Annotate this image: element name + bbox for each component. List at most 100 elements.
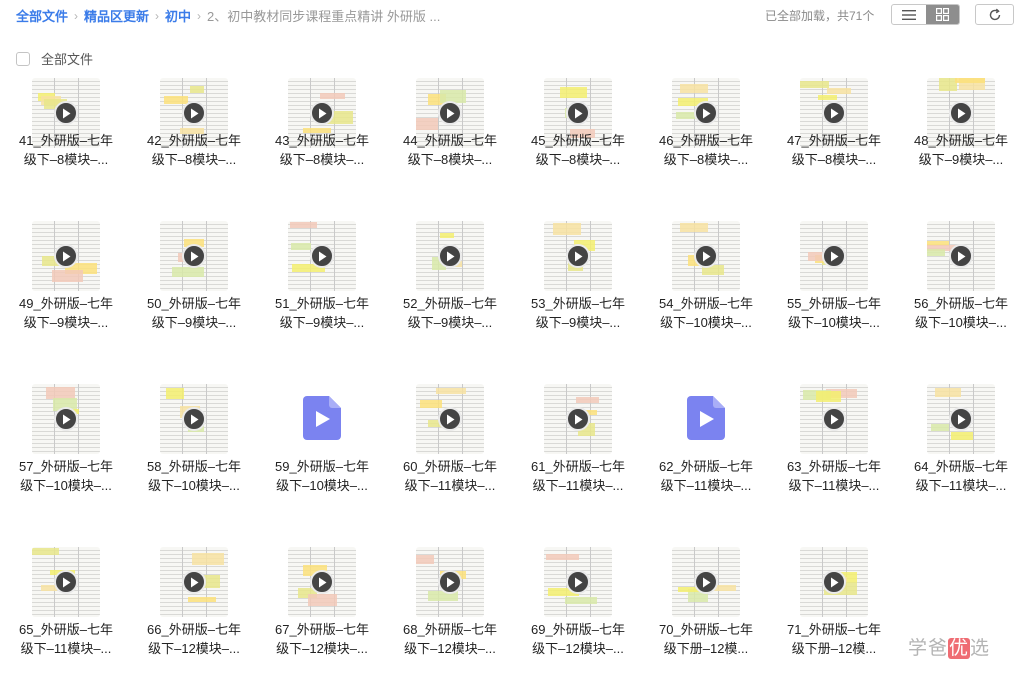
- file-name-line1: 57_外研版–七年: [19, 459, 113, 474]
- play-icon: [438, 407, 462, 431]
- file-name-line2: 级下–10模块–...: [148, 478, 240, 493]
- file-item[interactable]: 65_外研版–七年 级下–11模块–...: [4, 547, 128, 678]
- file-item[interactable]: 58_外研版–七年 级下–10模块–...: [132, 384, 256, 524]
- file-item[interactable]: 48_外研版–七年 级下–9模块–...: [899, 78, 1023, 220]
- play-icon: [54, 407, 78, 431]
- file-name-line1: 63_外研版–七年: [787, 459, 881, 474]
- play-icon: [949, 407, 973, 431]
- video-thumbnail: [800, 221, 868, 291]
- file-name-line1: 60_外研版–七年: [403, 459, 497, 474]
- file-name-line2: 级下–11模块–...: [660, 478, 752, 493]
- file-name-line2: 级下–8模块–...: [535, 152, 621, 167]
- file-name-line1: 41_外研版–七年: [19, 133, 113, 148]
- file-item[interactable]: 69_外研版–七年 级下–12模块–...: [516, 547, 640, 678]
- play-icon: [438, 101, 462, 125]
- video-thumbnail: [160, 547, 228, 617]
- file-name-line1: 59_外研版–七年: [275, 459, 369, 474]
- video-thumbnail: [160, 221, 228, 291]
- file-item[interactable]: 64_外研版–七年 级下–11模块–...: [899, 384, 1023, 524]
- play-icon: [694, 570, 718, 594]
- file-name-line2: 级下–12模块–...: [276, 641, 368, 656]
- video-thumbnail: [288, 547, 356, 617]
- file-name-line2: 级下–9模块–...: [918, 152, 1004, 167]
- video-thumbnail: [416, 547, 484, 617]
- file-item[interactable]: 67_外研版–七年 级下–12模块–...: [260, 547, 384, 678]
- file-name-line1: 50_外研版–七年: [147, 296, 241, 311]
- file-item[interactable]: 52_外研版–七年 级下–9模块–...: [388, 221, 512, 361]
- file-name-line2: 级下–10模块–...: [788, 315, 880, 330]
- file-item[interactable]: 44_外研版–七年 级下–8模块–...: [388, 78, 512, 220]
- file-name-line2: 级下–11模块–...: [20, 641, 112, 656]
- play-icon: [54, 101, 78, 125]
- file-item[interactable]: 49_外研版–七年 级下–9模块–...: [4, 221, 128, 361]
- file-item[interactable]: 63_外研版–七年 级下–11模块–...: [772, 384, 896, 524]
- file-name-line1: 54_外研版–七年: [659, 296, 753, 311]
- file-item[interactable]: 55_外研版–七年 级下–10模块–...: [772, 221, 896, 361]
- file-item[interactable]: 66_外研版–七年 级下–12模块–...: [132, 547, 256, 678]
- file-name-line1: 44_外研版–七年: [403, 133, 497, 148]
- file-name-line1: 66_外研版–七年: [147, 622, 241, 637]
- play-icon: [438, 570, 462, 594]
- file-name-line2: 级下–8模块–...: [791, 152, 877, 167]
- file-name-line2: 级下–8模块–...: [151, 152, 237, 167]
- video-thumbnail: [927, 221, 995, 291]
- play-icon: [566, 244, 590, 268]
- file-name-line2: 级下–12模块–...: [148, 641, 240, 656]
- file-name-line2: 级下–10模块–...: [20, 478, 112, 493]
- file-item[interactable]: 51_外研版–七年 级下–9模块–...: [260, 221, 384, 361]
- video-thumbnail: [800, 384, 868, 454]
- file-item[interactable]: 56_外研版–七年 级下–10模块–...: [899, 221, 1023, 361]
- play-icon: [949, 101, 973, 125]
- video-thumbnail: [288, 221, 356, 291]
- file-name-line2: 级下–11模块–...: [915, 478, 1007, 493]
- video-thumbnail: [800, 547, 868, 617]
- file-item[interactable]: 68_外研版–七年 级下–12模块–...: [388, 547, 512, 678]
- file-item[interactable]: 43_外研版–七年 级下–8模块–...: [260, 78, 384, 220]
- file-item[interactable]: 42_外研版–七年 级下–8模块–...: [132, 78, 256, 220]
- file-item[interactable]: 47_外研版–七年 级下–8模块–...: [772, 78, 896, 220]
- play-icon: [310, 570, 334, 594]
- file-item[interactable]: 50_外研版–七年 级下–9模块–...: [132, 221, 256, 361]
- video-thumbnail: [32, 221, 100, 291]
- file-item[interactable]: 41_外研版–七年 级下–8模块–...: [4, 78, 128, 220]
- file-name-line1: 56_外研版–七年: [914, 296, 1008, 311]
- file-grid: 41_外研版–七年 级下–8模块–... 42_外研版–七年 级下–8模块–... 43…: [0, 0, 1024, 678]
- file-item[interactable]: 45_外研版–七年 级下–8模块–...: [516, 78, 640, 220]
- watermark-text: 学爸: [908, 638, 949, 659]
- play-icon: [822, 101, 846, 125]
- file-name-line1: 52_外研版–七年: [403, 296, 497, 311]
- file-name-line2: 级下–8模块–...: [279, 152, 365, 167]
- play-icon: [54, 570, 78, 594]
- file-item[interactable]: 60_外研版–七年 级下–11模块–...: [388, 384, 512, 524]
- play-icon: [822, 244, 846, 268]
- watermark-accent-text: 优: [948, 638, 971, 659]
- watermark-logo: 学爸优选: [908, 633, 990, 660]
- file-item[interactable]: 71_外研版–七年 级下册–12模...: [772, 547, 896, 678]
- file-name-line1: 69_外研版–七年: [531, 622, 625, 637]
- file-item[interactable]: 54_外研版–七年 级下–10模块–...: [644, 221, 768, 361]
- video-thumbnail: [672, 221, 740, 291]
- file-name-line1: 51_外研版–七年: [275, 296, 369, 311]
- file-item[interactable]: 46_外研版–七年 级下–8模块–...: [644, 78, 768, 220]
- file-name-line2: 级下–9模块–...: [23, 315, 109, 330]
- file-item[interactable]: 61_外研版–七年 级下–11模块–...: [516, 384, 640, 524]
- file-item[interactable]: 57_外研版–七年 级下–10模块–...: [4, 384, 128, 524]
- video-thumbnail: [416, 221, 484, 291]
- file-name-line2: 级下–10模块–...: [276, 478, 368, 493]
- file-name-line1: 71_外研版–七年: [787, 622, 881, 637]
- video-thumbnail: [927, 384, 995, 454]
- file-name-line1: 45_外研版–七年: [531, 133, 625, 148]
- play-icon: [566, 407, 590, 431]
- file-name-line1: 49_外研版–七年: [19, 296, 113, 311]
- play-icon: [822, 570, 846, 594]
- video-thumbnail: [416, 384, 484, 454]
- play-icon: [949, 244, 973, 268]
- file-item[interactable]: 62_外研版–七年 级下–11模块–...: [644, 384, 768, 524]
- file-item[interactable]: 70_外研版–七年 级下册–12模...: [644, 547, 768, 678]
- play-icon: [182, 101, 206, 125]
- file-name-line2: 级下–11模块–...: [788, 478, 880, 493]
- file-item[interactable]: 53_外研版–七年 级下–9模块–...: [516, 221, 640, 361]
- file-item[interactable]: 59_外研版–七年 级下–10模块–...: [260, 384, 384, 524]
- video-thumbnail: [544, 384, 612, 454]
- play-icon: [310, 244, 334, 268]
